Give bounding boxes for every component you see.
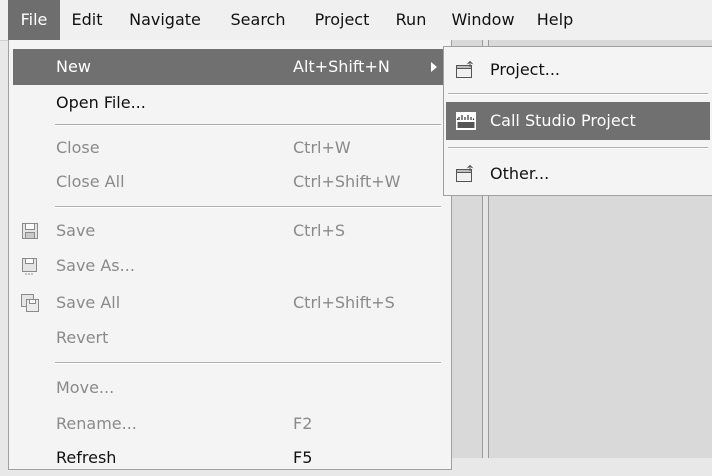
menu-project[interactable]: Project [300, 0, 384, 40]
save-as-icon [22, 258, 37, 275]
menu-separator [55, 124, 441, 126]
menu-item-label: Open File... [56, 93, 146, 112]
submenu-item-label: Project... [490, 60, 560, 79]
menu-item-rename[interactable]: Rename... F2 [13, 406, 449, 442]
menu-navigate[interactable]: Navigate [114, 0, 216, 40]
submenu-item-other[interactable]: Other... [446, 155, 710, 193]
menu-item-close[interactable]: Close Ctrl+W [13, 130, 449, 166]
submenu-arrow-icon [431, 62, 437, 72]
menu-item-open-file[interactable]: Open File... [13, 85, 449, 121]
menu-item-shortcut: Ctrl+S [293, 221, 346, 240]
menu-window[interactable]: Window [440, 0, 526, 40]
menu-item-label: Revert [56, 328, 109, 347]
menu-item-shortcut: Ctrl+Shift+S [293, 293, 395, 312]
menu-item-label: Close [56, 138, 100, 157]
menu-item-revert[interactable]: Revert [13, 320, 449, 356]
menu-item-label: New [56, 57, 91, 76]
menu-separator [55, 362, 441, 364]
submenu-item-call-studio-project[interactable]: Call Studio Project [446, 102, 710, 140]
menu-run[interactable]: Run [386, 0, 436, 40]
save-all-icon [21, 294, 39, 312]
menu-item-save-all[interactable]: Save All Ctrl+Shift+S [13, 285, 449, 321]
menu-item-label: Save [56, 221, 96, 240]
menu-item-shortcut: F5 [293, 448, 313, 467]
cisco-logo-icon [456, 112, 476, 130]
menu-help[interactable]: Help [528, 0, 582, 40]
submenu-item-project[interactable]: Project... [446, 51, 710, 89]
menu-item-label: Save All [56, 293, 121, 312]
menu-search[interactable]: Search [218, 0, 298, 40]
menu-item-shortcut: Ctrl+W [293, 138, 351, 157]
menu-item-save-as[interactable]: Save As... [13, 248, 449, 284]
menu-separator [448, 147, 708, 149]
save-icon [22, 223, 38, 239]
menu-item-refresh[interactable]: Refresh F5 [13, 440, 449, 476]
menu-item-label: Save As... [56, 256, 135, 275]
submenu-item-label: Other... [490, 164, 550, 183]
menu-file[interactable]: File [8, 0, 60, 40]
menu-item-label: Close All [56, 172, 125, 191]
menu-item-shortcut: Ctrl+Shift+W [293, 172, 401, 191]
menu-edit[interactable]: Edit [62, 0, 112, 40]
menu-item-label: Rename... [56, 414, 137, 433]
new-wizard-icon [456, 165, 473, 182]
menu-bar: File Edit Navigate Search Project Run Wi… [0, 0, 712, 41]
menu-item-save[interactable]: Save Ctrl+S [13, 213, 449, 249]
menu-separator [448, 93, 708, 95]
menu-item-shortcut: F2 [293, 414, 313, 433]
menu-item-label: Refresh [56, 448, 117, 467]
menu-item-close-all[interactable]: Close All Ctrl+Shift+W [13, 164, 449, 200]
menu-item-label: Move... [56, 378, 115, 397]
new-project-icon [456, 61, 473, 78]
new-submenu: Project... Call Studio Project Other... [443, 46, 712, 196]
file-menu-dropdown: New Alt+Shift+N Open File... Close Ctrl+… [8, 40, 452, 470]
menu-item-shortcut: Alt+Shift+N [293, 57, 390, 76]
menu-item-new[interactable]: New Alt+Shift+N [13, 49, 449, 85]
menu-item-move[interactable]: Move... [13, 370, 449, 406]
menu-separator [55, 206, 441, 208]
submenu-item-label: Call Studio Project [490, 111, 636, 130]
